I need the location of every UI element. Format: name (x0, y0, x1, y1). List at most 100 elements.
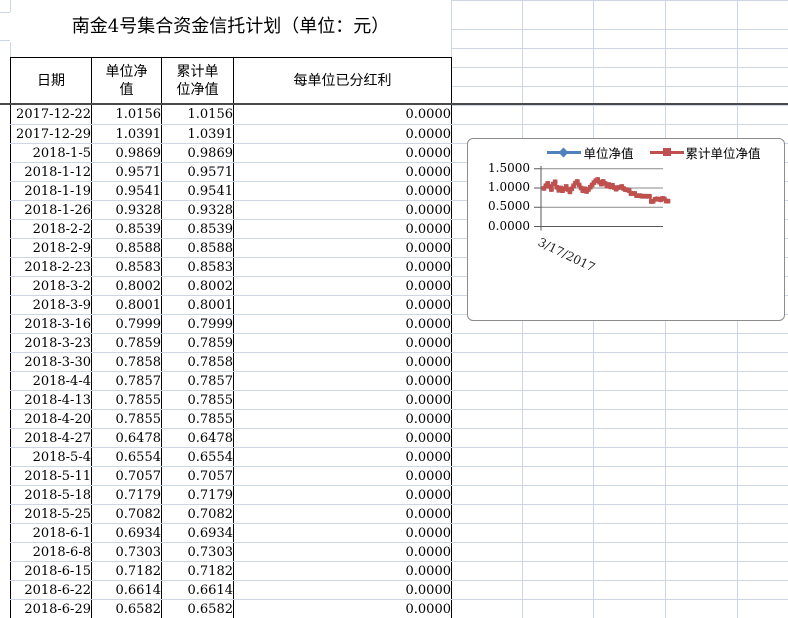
cell-cum-nav[interactable]: 0.8002 (161, 276, 234, 296)
cell-nav[interactable]: 0.7857 (91, 371, 162, 391)
cell-dividend[interactable]: 0.0000 (233, 599, 452, 618)
cell-cum-nav[interactable]: 0.7179 (161, 485, 234, 505)
cell-cum-nav[interactable]: 0.7303 (161, 542, 234, 562)
chart[interactable]: 单位净值 累计单位净值 1.5000 1.0000 0.5000 0.0000 (467, 138, 785, 321)
cell-nav[interactable]: 0.8001 (91, 295, 162, 315)
cell-cum-nav[interactable]: 0.9571 (161, 162, 234, 182)
cell-nav[interactable]: 0.9541 (91, 181, 162, 201)
cell-date[interactable]: 2018-5-25 (10, 504, 92, 524)
cell-dividend[interactable]: 0.0000 (233, 295, 452, 315)
cell-date[interactable]: 2018-5-4 (10, 447, 92, 467)
cell-dividend[interactable]: 0.0000 (233, 314, 452, 334)
cell-date[interactable]: 2018-1-5 (10, 143, 92, 163)
cell-dividend[interactable]: 0.0000 (233, 200, 452, 220)
cell-dividend[interactable]: 0.0000 (233, 124, 452, 144)
cell-cum-nav[interactable]: 0.9328 (161, 200, 234, 220)
cell-nav[interactable]: 0.9328 (91, 200, 162, 220)
cell-date[interactable]: 2018-6-1 (10, 523, 92, 543)
cell-nav[interactable]: 0.7855 (91, 409, 162, 429)
cell-cum-nav[interactable]: 0.9541 (161, 181, 234, 201)
cell-dividend[interactable]: 0.0000 (233, 390, 452, 410)
cell-cum-nav[interactable]: 0.8588 (161, 238, 234, 258)
cell-date[interactable]: 2018-5-18 (10, 485, 92, 505)
cell-date[interactable]: 2018-1-12 (10, 162, 92, 182)
cell-dividend[interactable]: 0.0000 (233, 352, 452, 372)
cell-nav[interactable]: 0.6582 (91, 599, 162, 618)
cell-nav[interactable]: 0.7057 (91, 466, 162, 486)
cell-dividend[interactable]: 0.0000 (233, 523, 452, 543)
cell-date[interactable]: 2018-3-16 (10, 314, 92, 334)
cell-date[interactable]: 2018-2-23 (10, 257, 92, 277)
cell-cum-nav[interactable]: 0.7858 (161, 352, 234, 372)
cell-date[interactable]: 2018-2-9 (10, 238, 92, 258)
cell-dividend[interactable]: 0.0000 (233, 561, 452, 581)
cell-nav[interactable]: 0.7182 (91, 561, 162, 581)
cell-nav[interactable]: 1.0156 (91, 105, 162, 125)
cell-cum-nav[interactable]: 0.7082 (161, 504, 234, 524)
cell-nav[interactable]: 0.9869 (91, 143, 162, 163)
cell-date[interactable]: 2018-3-30 (10, 352, 92, 372)
cell-cum-nav[interactable]: 0.6934 (161, 523, 234, 543)
cell-nav[interactable]: 0.8588 (91, 238, 162, 258)
cell-dividend[interactable]: 0.0000 (233, 428, 452, 448)
cell-nav[interactable]: 0.7855 (91, 390, 162, 410)
cell-date[interactable]: 2017-12-22 (10, 105, 92, 125)
cell-date[interactable]: 2018-1-26 (10, 200, 92, 220)
cell-nav[interactable]: 0.8539 (91, 219, 162, 239)
cell-nav[interactable]: 0.7858 (91, 352, 162, 372)
cell-date[interactable]: 2018-4-20 (10, 409, 92, 429)
col-header-dividend[interactable]: 每单位已分红利 (233, 57, 452, 106)
cell-cum-nav[interactable]: 0.6478 (161, 428, 234, 448)
cell-dividend[interactable]: 0.0000 (233, 371, 452, 391)
cell-date[interactable]: 2018-3-23 (10, 333, 92, 353)
cell-nav[interactable]: 0.8583 (91, 257, 162, 277)
cell-dividend[interactable]: 0.0000 (233, 409, 452, 429)
cell-cum-nav[interactable]: 0.6582 (161, 599, 234, 618)
cell-nav[interactable]: 0.9571 (91, 162, 162, 182)
cell-dividend[interactable]: 0.0000 (233, 238, 452, 258)
cell-date[interactable]: 2018-6-15 (10, 561, 92, 581)
cell-cum-nav[interactable]: 0.7855 (161, 390, 234, 410)
cell-nav[interactable]: 1.0391 (91, 124, 162, 144)
cell-cum-nav[interactable]: 0.7857 (161, 371, 234, 391)
cell-dividend[interactable]: 0.0000 (233, 143, 452, 163)
legend-item-nav[interactable]: 单位净值 (547, 143, 634, 162)
sheet-title-cell[interactable]: 南金4号集合资金信托计划（单位：元） (10, 12, 451, 42)
cell-nav[interactable]: 0.6614 (91, 580, 162, 600)
cell-nav[interactable]: 0.7999 (91, 314, 162, 334)
cell-cum-nav[interactable]: 0.7057 (161, 466, 234, 486)
cell-nav[interactable]: 0.6478 (91, 428, 162, 448)
cell-dividend[interactable]: 0.0000 (233, 162, 452, 182)
cell-date[interactable]: 2018-1-19 (10, 181, 92, 201)
cell-date[interactable]: 2017-12-29 (10, 124, 92, 144)
cell-dividend[interactable]: 0.0000 (233, 219, 452, 239)
cell-cum-nav[interactable]: 0.7855 (161, 409, 234, 429)
cell-dividend[interactable]: 0.0000 (233, 542, 452, 562)
cell-date[interactable]: 2018-4-13 (10, 390, 92, 410)
cell-date[interactable]: 2018-4-27 (10, 428, 92, 448)
cell-date[interactable]: 2018-6-8 (10, 542, 92, 562)
cell-cum-nav[interactable]: 0.6554 (161, 447, 234, 467)
cell-cum-nav[interactable]: 0.8583 (161, 257, 234, 277)
cell-dividend[interactable]: 0.0000 (233, 333, 452, 353)
cell-cum-nav[interactable]: 0.8539 (161, 219, 234, 239)
col-header-date[interactable]: 日期 (10, 57, 92, 106)
cell-dividend[interactable]: 0.0000 (233, 181, 452, 201)
cell-cum-nav[interactable]: 0.6614 (161, 580, 234, 600)
cell-date[interactable]: 2018-3-2 (10, 276, 92, 296)
cell-date[interactable]: 2018-3-9 (10, 295, 92, 315)
cell-date[interactable]: 2018-5-11 (10, 466, 92, 486)
cell-dividend[interactable]: 0.0000 (233, 447, 452, 467)
cell-nav[interactable]: 0.7303 (91, 542, 162, 562)
cell-date[interactable]: 2018-6-29 (10, 599, 92, 618)
cell-date[interactable]: 2018-2-2 (10, 219, 92, 239)
cell-dividend[interactable]: 0.0000 (233, 504, 452, 524)
col-header-cum-nav[interactable]: 累计单 位净值 (161, 57, 234, 106)
cell-cum-nav[interactable]: 0.8001 (161, 295, 234, 315)
cell-date[interactable]: 2018-4-4 (10, 371, 92, 391)
cell-nav[interactable]: 0.6554 (91, 447, 162, 467)
cell-nav[interactable]: 0.8002 (91, 276, 162, 296)
col-header-nav[interactable]: 单位净 值 (91, 57, 162, 106)
cell-dividend[interactable]: 0.0000 (233, 105, 452, 125)
cell-cum-nav[interactable]: 1.0156 (161, 105, 234, 125)
